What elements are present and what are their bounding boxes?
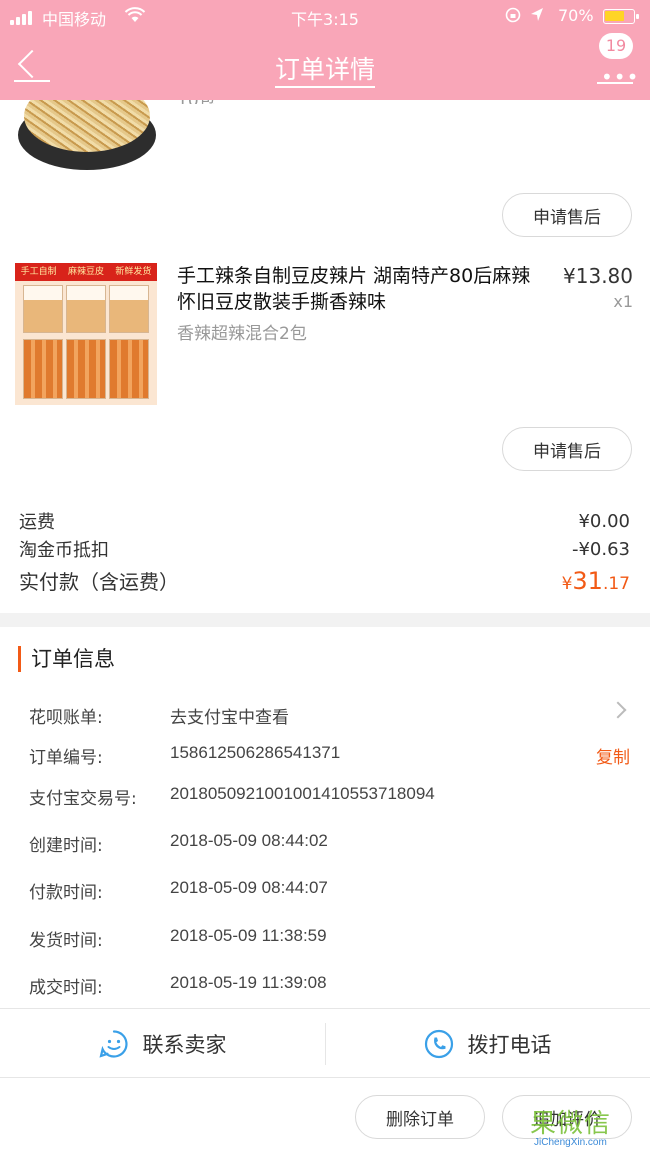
battery-icon <box>603 9 639 24</box>
message-count-badge: 19 <box>599 33 633 59</box>
order-number-label: 订单编号: <box>29 748 103 768</box>
call-phone-button[interactable]: 拨打电话 <box>325 1009 650 1079</box>
order-detail-content: 10包 申请售后 手工自制 麻辣豆皮 新鲜发货 手工辣条自制豆皮辣片 湖南特产8… <box>0 0 650 1155</box>
alipay-trade-value: 2018050921001001410553718094 <box>170 784 435 803</box>
package-graphic <box>66 339 106 399</box>
package-graphic <box>66 285 106 333</box>
paid-decimal: .17 <box>602 573 630 594</box>
paid-time-value: 2018-05-09 08:44:07 <box>170 878 328 897</box>
paid-time-label: 付款时间: <box>29 883 103 903</box>
phone-icon <box>424 1029 453 1059</box>
package-graphic <box>109 285 149 333</box>
huabei-value[interactable]: 去支付宝中查看 <box>170 703 289 728</box>
chat-smile-icon <box>98 1030 128 1058</box>
product-banner: 手工自制 麻辣豆皮 新鲜发货 <box>15 263 157 281</box>
call-phone-label: 拨打电话 <box>467 1033 552 1057</box>
paid-amount: ¥31.17 <box>562 567 630 595</box>
more-menu-button[interactable]: 19 ••• <box>594 32 640 89</box>
site-watermark: 果微信 JiChengXin.com <box>530 1103 645 1153</box>
section-separator <box>0 613 650 627</box>
product-price-2: ¥13.80 <box>563 264 633 288</box>
location-icon <box>505 6 549 28</box>
product-title-2[interactable]: 手工辣条自制豆皮辣片 湖南特产80后麻辣 怀旧豆皮散装手撕香辣味 <box>177 263 547 315</box>
contact-seller-button[interactable]: 联系卖家 <box>0 1009 325 1079</box>
shipping-label: 运费 <box>19 512 55 533</box>
created-time-label: 创建时间: <box>29 836 103 856</box>
banner-text: 新鲜发货 <box>115 267 152 277</box>
package-graphic <box>109 339 149 399</box>
contact-seller-label: 联系卖家 <box>142 1033 227 1057</box>
chevron-right-icon[interactable] <box>609 701 627 719</box>
coin-deduction-row: 淘金币抵扣 -¥0.63 <box>19 536 630 562</box>
battery-fill <box>605 11 624 21</box>
created-time-value: 2018-05-09 08:44:02 <box>170 831 328 850</box>
package-graphic <box>23 339 63 399</box>
contact-bar: 联系卖家 拨打电话 <box>0 1008 650 1078</box>
status-time: 下午3:15 <box>291 10 359 29</box>
paid-label: 实付款（含运费） <box>19 570 179 594</box>
completed-time-value: 2018-05-19 11:39:08 <box>170 973 327 992</box>
product-spec-2: 香辣超辣混合2包 <box>177 324 307 344</box>
watermark-logo-text: 果微信 <box>530 1109 612 1139</box>
copy-button[interactable]: 复制 <box>596 743 630 768</box>
alipay-trade-label: 支付宝交易号: <box>29 789 137 809</box>
page-title-text: 订单详情 <box>274 55 375 88</box>
coin-value: -¥0.63 <box>571 538 630 560</box>
shipping-value: ¥0.00 <box>578 510 630 532</box>
banner-text: 手工自制 <box>20 267 57 277</box>
product-quantity-2: x1 <box>613 292 633 311</box>
shipped-time-value: 2018-05-09 11:38:59 <box>170 926 327 945</box>
watermark-url: JiChengXin.com <box>534 1137 607 1148</box>
order-number-value: 158612506286541371 <box>170 743 341 762</box>
after-sale-button-2[interactable]: 申请售后 <box>502 427 632 471</box>
status-bar: 中国移动 下午3:15 70% <box>0 0 650 34</box>
banner-text: 麻辣豆皮 <box>67 267 104 277</box>
more-underline <box>597 82 633 84</box>
package-graphic <box>23 285 63 333</box>
shipping-row: 运费 ¥0.00 <box>19 508 630 534</box>
page-title: 订单详情 <box>0 50 650 88</box>
paid-integer: 31 <box>572 566 603 595</box>
after-sale-button-1[interactable]: 申请售后 <box>502 193 632 237</box>
delete-order-button[interactable]: 删除订单 <box>355 1095 485 1139</box>
battery-percent: 70% <box>558 6 594 25</box>
currency-symbol: ¥ <box>561 573 573 594</box>
shipped-time-label: 发货时间: <box>29 931 103 951</box>
huabei-label: 花呗账单: <box>29 708 103 728</box>
product-thumbnail-2[interactable]: 手工自制 麻辣豆皮 新鲜发货 <box>15 263 157 405</box>
paid-amount-row: 实付款（含运费） ¥31.17 <box>19 566 630 595</box>
app-header: 中国移动 下午3:15 70% 订单详情 19 ••• <box>0 0 650 100</box>
coin-label: 淘金币抵扣 <box>19 540 109 561</box>
more-dots-icon: ••• <box>601 65 640 89</box>
completed-time-label: 成交时间: <box>29 978 103 998</box>
order-info-title: 订单信息 <box>18 646 115 672</box>
